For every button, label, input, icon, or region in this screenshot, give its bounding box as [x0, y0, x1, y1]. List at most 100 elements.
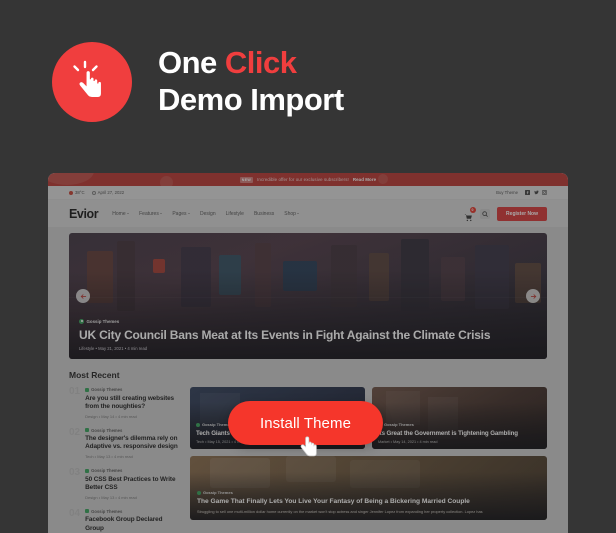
category-badge-icon — [196, 422, 200, 427]
item-category-label: Gossip Themes — [91, 427, 123, 433]
date-indicator: April 27, 2022 — [91, 190, 125, 195]
card-category[interactable]: Gossip Themes — [378, 422, 541, 427]
nav-item-design[interactable]: Design — [200, 211, 216, 217]
site-utility-bar: 38°C April 27, 2022 Buy Theme — [48, 186, 568, 200]
site-logo[interactable]: Evior — [69, 207, 99, 221]
nav-links: Home Features Pages Design Lifestyle Bus… — [112, 210, 300, 217]
wide-card-excerpt: Struggling to sell one multi-million dol… — [197, 509, 483, 515]
promo-headline: One Click Demo Import — [52, 42, 344, 122]
most-recent-header: Most Recent — [69, 370, 547, 380]
instagram-icon[interactable] — [542, 190, 547, 195]
item-category[interactable]: Gossip Themes — [85, 428, 182, 433]
nav-label: Shop — [284, 210, 296, 217]
section-title: Most Recent — [69, 370, 120, 380]
hero-prev-button[interactable] — [76, 289, 90, 303]
chevron-down-icon — [188, 213, 191, 214]
chevron-down-icon — [297, 213, 300, 214]
click-hand-icon — [52, 42, 132, 122]
date-value: April 27, 2022 — [97, 190, 125, 195]
screenshot-root: One Click Demo Import NEW Incredible off… — [0, 0, 616, 533]
hand-pointer-cursor — [299, 434, 319, 463]
item-title[interactable]: 50 CSS Best Practices to Write Better CS… — [85, 476, 182, 493]
list-item[interactable]: 04 Gossip Themes Facebook Group Declared… — [69, 507, 182, 533]
wide-card-category-label: Gossip Themes — [203, 490, 233, 496]
featured-card[interactable]: Gossip Themes Its Great the Government i… — [372, 387, 547, 449]
nav-label: Design — [200, 210, 216, 217]
category-badge-icon — [85, 428, 90, 433]
item-number: 04 — [69, 507, 81, 519]
nav-item-home[interactable]: Home — [112, 210, 130, 217]
chevron-down-icon — [160, 213, 163, 214]
nav-item-shop[interactable]: Shop — [284, 210, 300, 217]
card-title[interactable]: Its Great the Government is Tightening G… — [378, 430, 541, 438]
weather-icon — [69, 190, 73, 195]
promo-new-badge: NEW — [239, 176, 254, 183]
facebook-icon[interactable] — [525, 190, 530, 195]
cart-count-badge: 0 — [469, 207, 476, 213]
category-badge-icon — [85, 509, 90, 514]
list-item[interactable]: 03 Gossip Themes 50 CSS Best Practices t… — [69, 468, 182, 500]
wide-card-category[interactable]: Gossip Themes — [197, 490, 540, 495]
buy-theme-link[interactable]: Buy Theme — [496, 190, 518, 195]
nav-item-features[interactable]: Features — [139, 210, 163, 217]
item-title[interactable]: Are you still creating websites from the… — [85, 395, 182, 412]
hero-title[interactable]: UK City Council Bans Meat at Its Events … — [79, 328, 507, 342]
item-category[interactable]: Gossip Themes — [85, 509, 182, 514]
twitter-icon[interactable] — [533, 190, 539, 195]
site-main-nav: Evior Home Features Pages Design Lifesty… — [48, 200, 568, 227]
hero-caption: Gossip Themes UK City Council Bans Meat … — [79, 318, 507, 351]
nav-label: Lifestyle — [225, 210, 244, 217]
headline-word-one: One — [158, 45, 217, 81]
nav-item-lifestyle[interactable]: Lifestyle — [226, 211, 244, 217]
headline-line-1: One Click — [158, 45, 344, 82]
calendar-icon — [91, 190, 96, 195]
nav-label: Business — [253, 210, 275, 217]
cart-icon[interactable]: 0 — [464, 207, 476, 222]
hero-slider[interactable]: Gossip Themes UK City Council Bans Meat … — [69, 233, 547, 359]
item-number: 03 — [69, 467, 81, 479]
promo-text: Incredible offer for our exclusive subsc… — [257, 177, 349, 182]
item-title[interactable]: Facebook Group Declared Group — [85, 516, 182, 533]
promo-read-more-link[interactable]: Read More — [353, 177, 376, 182]
list-item[interactable]: 01 Gossip Themes Are you still creating … — [69, 387, 182, 419]
recent-list: 01 Gossip Themes Are you still creating … — [69, 387, 182, 533]
card-category-label: Gossip Themes — [384, 422, 414, 428]
item-number: 02 — [69, 426, 81, 438]
item-category[interactable]: Gossip Themes — [85, 468, 182, 473]
item-meta: Design • May 14 • 4 min read — [85, 413, 137, 419]
item-category-label: Gossip Themes — [91, 468, 123, 474]
headline-line-2: Demo Import — [158, 82, 344, 117]
hero-category-label: Gossip Themes — [86, 318, 120, 324]
nav-label: Home — [112, 210, 126, 217]
nav-item-business[interactable]: Business — [254, 211, 274, 217]
hero-category[interactable]: Gossip Themes — [79, 318, 507, 324]
weather-indicator: 38°C — [69, 190, 85, 195]
item-meta: Tech • May 13 • 4 min read — [85, 454, 133, 460]
weather-value: 38°C — [75, 190, 85, 195]
site-promo-bar: NEW Incredible offer for our exclusive s… — [48, 173, 568, 186]
list-item[interactable]: 02 Gossip Themes The designer's dilemma … — [69, 426, 182, 460]
item-meta: Design • May 13 • 4 min read — [85, 494, 137, 500]
search-icon[interactable] — [480, 208, 491, 219]
wide-featured-card[interactable]: Gossip Themes The Game That Finally Lets… — [190, 456, 547, 520]
item-category-label: Gossip Themes — [91, 508, 123, 514]
hero-meta: Lifestyle • May 21, 2021 • 4 min read — [79, 346, 148, 351]
headline-word-click: Click — [224, 45, 297, 81]
nav-label: Features — [139, 210, 159, 217]
theme-preview-window[interactable]: NEW Incredible offer for our exclusive s… — [48, 173, 568, 533]
hero-next-button[interactable] — [526, 289, 540, 303]
nav-label: Pages — [172, 210, 187, 217]
card-meta: Market • May 14, 2021 • 4 min read — [378, 440, 438, 444]
nav-item-pages[interactable]: Pages — [172, 210, 191, 217]
item-category[interactable]: Gossip Themes — [85, 387, 182, 392]
item-title[interactable]: The designer's dilemma rely on Adaptive … — [85, 435, 182, 452]
category-badge-icon — [85, 468, 90, 473]
social-links[interactable] — [525, 190, 547, 195]
item-number: 01 — [69, 386, 81, 397]
item-category-label: Gossip Themes — [91, 387, 123, 392]
register-now-button[interactable]: Register Now — [497, 206, 547, 221]
chevron-down-icon — [127, 213, 130, 214]
wide-card-title[interactable]: The Game That Finally Lets You Live Your… — [197, 498, 540, 506]
category-badge-icon — [79, 318, 84, 324]
category-badge-icon — [197, 490, 201, 495]
